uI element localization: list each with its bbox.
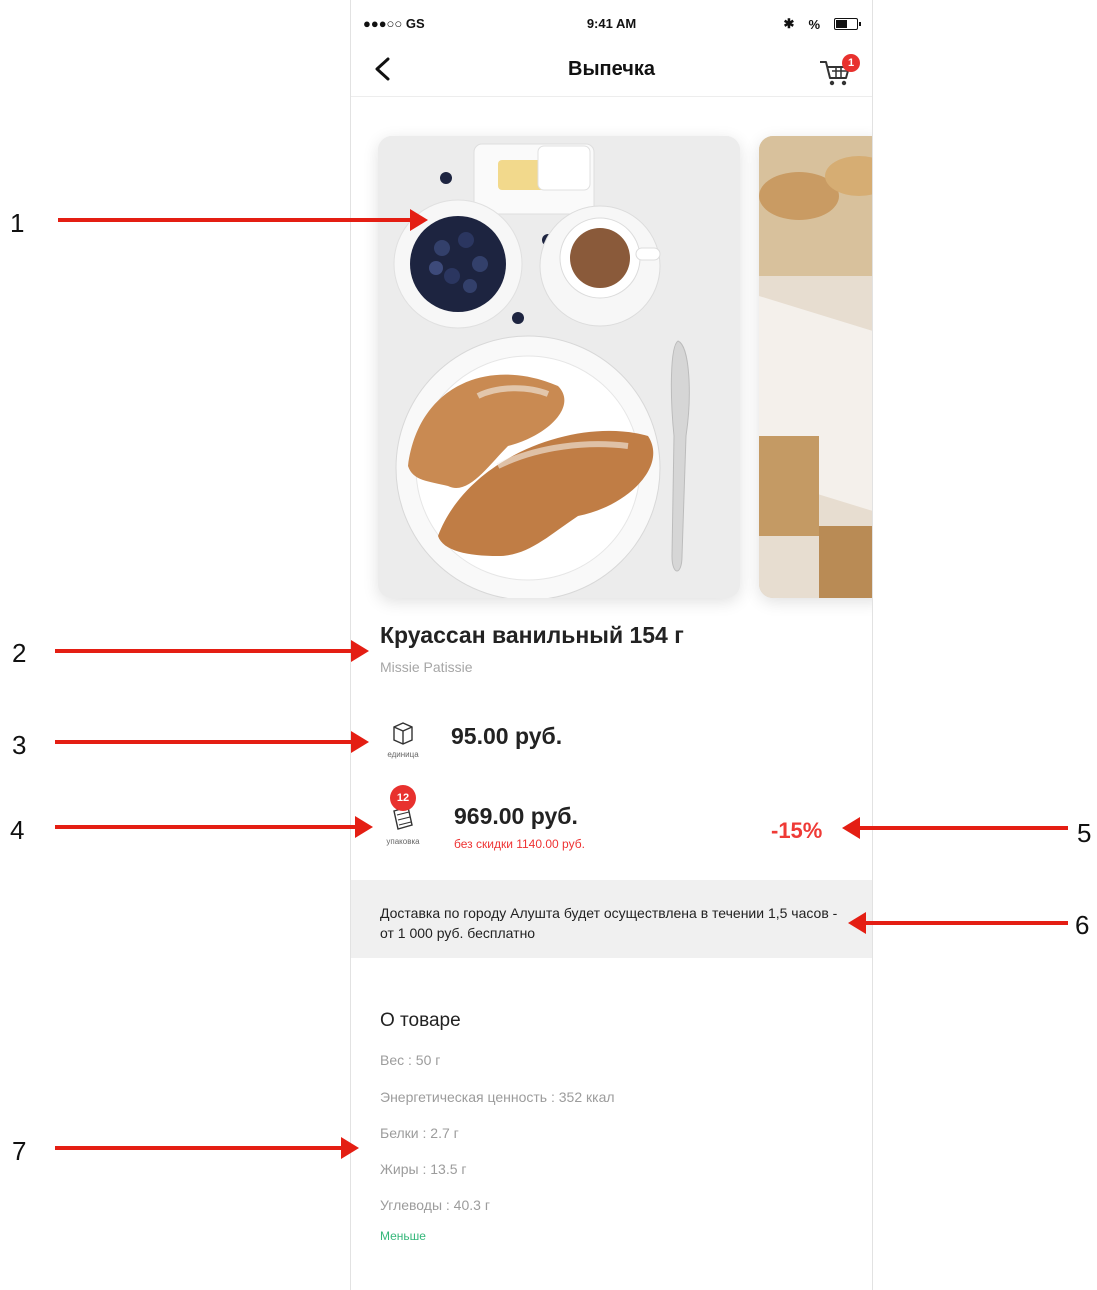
annotation-arrow-3 bbox=[55, 731, 369, 753]
unit-price-row: единица 95.00 руб. bbox=[378, 716, 678, 770]
status-bar: ●●●○○ GS 9:41 AM ✱ % bbox=[351, 0, 872, 44]
annotation-2: 2 bbox=[12, 638, 27, 668]
phone-screen: ●●●○○ GS 9:41 AM ✱ % Выпечка 1 Круассан … bbox=[350, 0, 873, 1290]
croissant-photo-image bbox=[378, 136, 740, 598]
pack-price: 969.00 руб. bbox=[454, 803, 578, 829]
annotation-6: 6 bbox=[1075, 910, 1090, 940]
annotation-arrow-4 bbox=[55, 816, 373, 838]
cart-badge: 1 bbox=[842, 54, 860, 72]
annotation-7: 7 bbox=[12, 1136, 27, 1166]
bakery-photo-image bbox=[759, 136, 872, 598]
annotation-1: 1 bbox=[10, 208, 25, 238]
product-brand: Missie Patissie bbox=[380, 659, 473, 675]
annotation-arrow-2 bbox=[55, 640, 369, 662]
unit-price: 95.00 руб. bbox=[451, 723, 563, 749]
annotation-arrow-1 bbox=[58, 209, 428, 231]
annotation-3: 3 bbox=[12, 730, 27, 760]
old-price: без скидки 1140.00 руб. bbox=[454, 837, 585, 851]
pack-count-badge: 12 bbox=[390, 785, 416, 811]
spec-protein: Белки : 2.7 г bbox=[380, 1125, 459, 1141]
product-photo[interactable] bbox=[378, 136, 740, 598]
spec-weight: Вес : 50 г bbox=[380, 1052, 441, 1068]
unit-price-icon: единица bbox=[378, 716, 428, 766]
annotation-arrow-5 bbox=[842, 817, 1068, 839]
page-title: Выпечка bbox=[568, 58, 655, 80]
annotation-arrow-7 bbox=[55, 1137, 359, 1159]
battery-icon bbox=[834, 18, 861, 30]
nav-bar: Выпечка 1 bbox=[351, 44, 872, 97]
spec-carbs: Углеводы : 40.3 г bbox=[380, 1197, 490, 1213]
discount-badge: -15% bbox=[771, 818, 823, 843]
box-icon bbox=[393, 722, 413, 745]
about-section-title: О товаре bbox=[380, 1010, 461, 1031]
next-product-photo[interactable] bbox=[759, 136, 872, 598]
battery-percent: % bbox=[808, 16, 820, 32]
cart-button[interactable]: 1 bbox=[818, 54, 860, 88]
spec-fat: Жиры : 13.5 г bbox=[380, 1161, 467, 1177]
annotation-5: 5 bbox=[1077, 818, 1092, 848]
unit-caption: единица bbox=[387, 750, 419, 759]
pack-caption: упаковка bbox=[386, 837, 420, 846]
delivery-info: Доставка по городу Алушта будет осуществ… bbox=[351, 880, 872, 958]
product-title: Круассан ванильный 154 г bbox=[380, 622, 684, 648]
annotation-arrow-6 bbox=[848, 912, 1068, 934]
show-less-link[interactable]: Меньше bbox=[380, 1229, 426, 1243]
annotation-4: 4 bbox=[10, 815, 25, 845]
spec-energy: Энергетическая ценность : 352 ккал bbox=[380, 1089, 615, 1105]
bluetooth-icon: ✱ bbox=[783, 16, 795, 31]
pack-price-row: упаковка 12 969.00 руб. без скидки 1140.… bbox=[378, 785, 698, 855]
